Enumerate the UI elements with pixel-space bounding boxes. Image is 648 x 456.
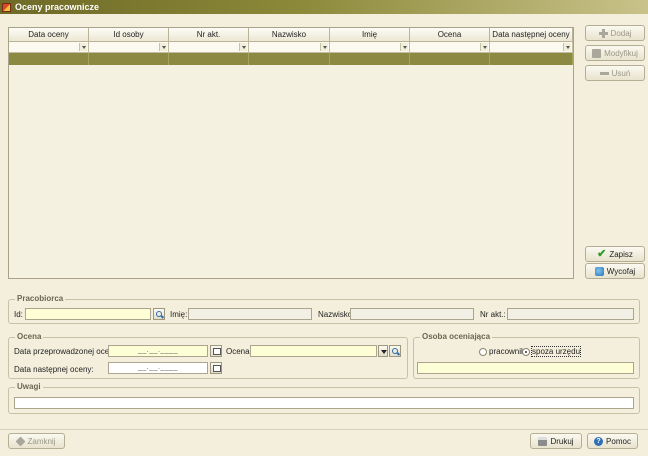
close-button-label: Zamknij xyxy=(27,436,56,446)
delete-button-label: Usuń xyxy=(611,68,631,78)
app-icon xyxy=(2,2,11,12)
filter-cell[interactable] xyxy=(249,42,330,53)
notes-section-legend: Uwagi xyxy=(15,382,43,391)
last-name-label: Nazwisko: xyxy=(318,310,355,319)
calendar-icon[interactable] xyxy=(210,362,222,374)
next-date-input[interactable]: __.__.____ xyxy=(108,362,208,374)
rater-section-legend: Osoba oceniająca xyxy=(420,332,493,341)
id-input[interactable] xyxy=(25,308,151,320)
table-cell xyxy=(490,53,573,65)
column-header-id-osoby[interactable]: Id osoby xyxy=(89,28,169,42)
table-row-selected[interactable] xyxy=(9,53,573,65)
table-cell xyxy=(410,53,490,65)
radio-employee-label[interactable]: pracownik xyxy=(489,347,525,356)
ratings-grid[interactable]: Data oceny Id osoby Nr akt. Nazwisko Imi… xyxy=(8,27,574,279)
column-header-imie[interactable]: Imię xyxy=(330,28,410,42)
rating-label: Ocena: xyxy=(226,347,252,356)
filter-cell[interactable] xyxy=(330,42,410,53)
minus-icon xyxy=(599,69,609,78)
grid-filter-row xyxy=(9,42,573,53)
column-header-data-oceny[interactable]: Data oceny xyxy=(9,28,89,42)
table-cell xyxy=(9,53,89,65)
employee-section-legend: Pracobiorca xyxy=(15,294,66,303)
edit-icon xyxy=(592,48,602,58)
radio-employee[interactable] xyxy=(479,348,487,356)
table-cell xyxy=(89,53,169,65)
save-button[interactable]: ✔ Zapisz xyxy=(585,246,645,262)
date-done-label: Data przeprowadzonej oceny: xyxy=(14,347,120,356)
filter-cell[interactable] xyxy=(169,42,249,53)
undo-icon xyxy=(594,266,604,276)
radio-external[interactable] xyxy=(522,348,530,356)
rater-input[interactable] xyxy=(417,362,634,374)
next-date-label: Data następnej oceny: xyxy=(14,365,94,374)
table-cell xyxy=(169,53,249,65)
rating-section-legend: Ocena xyxy=(15,332,44,341)
check-icon: ✔ xyxy=(597,247,607,260)
filter-cell[interactable] xyxy=(410,42,490,53)
first-name-field xyxy=(188,308,312,320)
help-button[interactable]: ? Pomoc xyxy=(587,433,638,449)
date-done-input[interactable]: __.__.____ xyxy=(108,345,208,357)
chevron-down-icon[interactable] xyxy=(378,345,388,357)
filter-cell[interactable] xyxy=(89,42,169,53)
help-icon: ? xyxy=(594,436,604,446)
add-button-label: Dodaj xyxy=(610,28,632,38)
close-button[interactable]: Zamknij xyxy=(8,433,65,449)
print-button-label: Drukuj xyxy=(550,436,574,446)
file-no-label: Nr akt.: xyxy=(480,310,506,319)
search-icon[interactable] xyxy=(153,308,165,320)
rating-select[interactable] xyxy=(250,345,377,357)
search-icon[interactable] xyxy=(389,345,401,357)
add-button[interactable]: Dodaj xyxy=(585,25,645,41)
notes-input[interactable] xyxy=(14,397,634,409)
revert-button[interactable]: Wycofaj xyxy=(585,263,645,279)
delete-button[interactable]: Usuń xyxy=(585,65,645,81)
save-button-label: Zapisz xyxy=(609,249,633,259)
edit-button-label: Modyfikuj xyxy=(604,48,638,58)
column-header-data-nastepnej-oceny[interactable]: Data następnej oceny xyxy=(490,28,573,42)
window-titlebar: Oceny pracownicze xyxy=(0,0,648,14)
plus-icon xyxy=(598,28,608,38)
first-name-label: Imię: xyxy=(170,310,188,319)
grid-header: Data oceny Id osoby Nr akt. Nazwisko Imi… xyxy=(9,28,573,42)
column-header-nazwisko[interactable]: Nazwisko xyxy=(249,28,330,42)
print-button[interactable]: Drukuj xyxy=(530,433,582,449)
help-button-label: Pomoc xyxy=(606,436,631,446)
calendar-icon[interactable] xyxy=(210,345,222,357)
window-title: Oceny pracownicze xyxy=(15,2,100,12)
revert-button-label: Wycofaj xyxy=(606,266,636,276)
filter-cell[interactable] xyxy=(490,42,573,53)
footer-divider xyxy=(0,429,648,430)
filter-cell[interactable] xyxy=(9,42,89,53)
id-label: Id: xyxy=(14,310,23,319)
edit-button[interactable]: Modyfikuj xyxy=(585,45,645,61)
radio-external-label[interactable]: spoza urzędu xyxy=(530,346,582,357)
table-cell xyxy=(249,53,330,65)
table-cell xyxy=(330,53,410,65)
close-icon xyxy=(16,436,26,446)
column-header-ocena[interactable]: Ocena xyxy=(410,28,490,42)
file-no-field xyxy=(507,308,634,320)
print-icon xyxy=(538,436,548,446)
column-header-nr-akt[interactable]: Nr akt. xyxy=(169,28,249,42)
last-name-field xyxy=(350,308,474,320)
